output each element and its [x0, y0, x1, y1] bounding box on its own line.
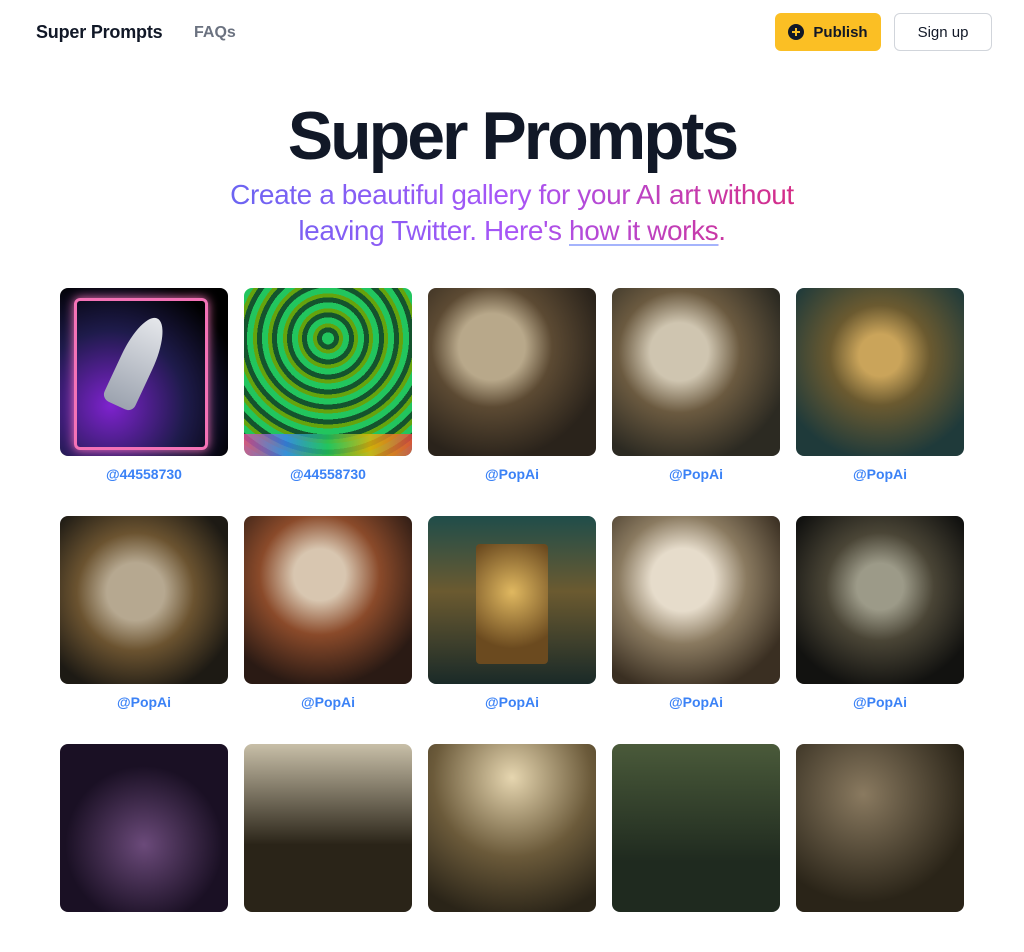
- publish-button-label: Publish: [813, 23, 868, 41]
- gallery-card[interactable]: [612, 744, 780, 952]
- how-it-works-link[interactable]: how it works: [569, 215, 718, 246]
- artwork-thumbnail[interactable]: [244, 516, 412, 684]
- gallery-card[interactable]: @44558730: [60, 288, 228, 496]
- author-handle-link[interactable]: @PopAi: [612, 466, 780, 482]
- signup-button[interactable]: Sign up: [894, 13, 992, 51]
- top-navigation: Super Prompts FAQs Publish Sign up: [0, 0, 1024, 64]
- gallery-card[interactable]: [244, 744, 412, 952]
- image-gallery: @44558730 @44558730 @PopAi @PopAi @PopAi @Pop…: [60, 288, 964, 952]
- artwork-thumbnail[interactable]: [796, 516, 964, 684]
- gallery-card[interactable]: [60, 744, 228, 952]
- gallery-card[interactable]: @PopAi: [428, 288, 596, 496]
- author-handle-link[interactable]: @PopAi: [796, 694, 964, 710]
- gallery-card[interactable]: [428, 744, 596, 952]
- gallery-card[interactable]: @PopAi: [796, 516, 964, 724]
- author-handle-link[interactable]: @44558730: [244, 466, 412, 482]
- brand-logo[interactable]: Super Prompts: [36, 22, 163, 43]
- gallery-card[interactable]: @PopAi: [612, 288, 780, 496]
- artwork-thumbnail[interactable]: [428, 744, 596, 912]
- author-handle-link[interactable]: @PopAi: [796, 466, 964, 482]
- page-title: Super Prompts: [287, 98, 739, 174]
- plus-circle-icon: [788, 24, 805, 40]
- artwork-thumbnail[interactable]: [60, 516, 228, 684]
- artwork-thumbnail[interactable]: [612, 744, 780, 912]
- artwork-thumbnail[interactable]: [612, 516, 780, 684]
- gallery-card[interactable]: @PopAi: [796, 288, 964, 496]
- author-handle-link[interactable]: @44558730: [60, 466, 228, 482]
- author-handle-link[interactable]: @PopAi: [612, 694, 780, 710]
- gallery-card[interactable]: @44558730: [244, 288, 412, 496]
- gallery-card[interactable]: [796, 744, 964, 952]
- artwork-thumbnail[interactable]: [428, 516, 596, 684]
- gallery-card[interactable]: @PopAi: [428, 516, 596, 724]
- publish-button[interactable]: Publish: [775, 13, 881, 51]
- hero-subtitle-end: .: [718, 215, 726, 246]
- nav-link-faqs[interactable]: FAQs: [194, 24, 236, 42]
- artwork-thumbnail[interactable]: [60, 288, 228, 456]
- gallery-card[interactable]: @PopAi: [60, 516, 228, 724]
- artwork-thumbnail[interactable]: [796, 744, 964, 912]
- artwork-thumbnail[interactable]: [428, 288, 596, 456]
- author-handle-link[interactable]: @PopAi: [60, 694, 228, 710]
- gallery-card[interactable]: @PopAi: [612, 516, 780, 724]
- artwork-thumbnail[interactable]: [60, 744, 228, 912]
- author-handle-link[interactable]: @PopAi: [428, 694, 596, 710]
- author-handle-link[interactable]: @PopAi: [244, 694, 412, 710]
- author-handle-link[interactable]: @PopAi: [428, 466, 596, 482]
- gallery-card[interactable]: @PopAi: [244, 516, 412, 724]
- artwork-thumbnail[interactable]: [796, 288, 964, 456]
- artwork-thumbnail[interactable]: [244, 288, 412, 456]
- artwork-thumbnail[interactable]: [244, 744, 412, 912]
- hero-subtitle: Create a beautiful gallery for your AI a…: [192, 177, 832, 249]
- artwork-thumbnail[interactable]: [612, 288, 780, 456]
